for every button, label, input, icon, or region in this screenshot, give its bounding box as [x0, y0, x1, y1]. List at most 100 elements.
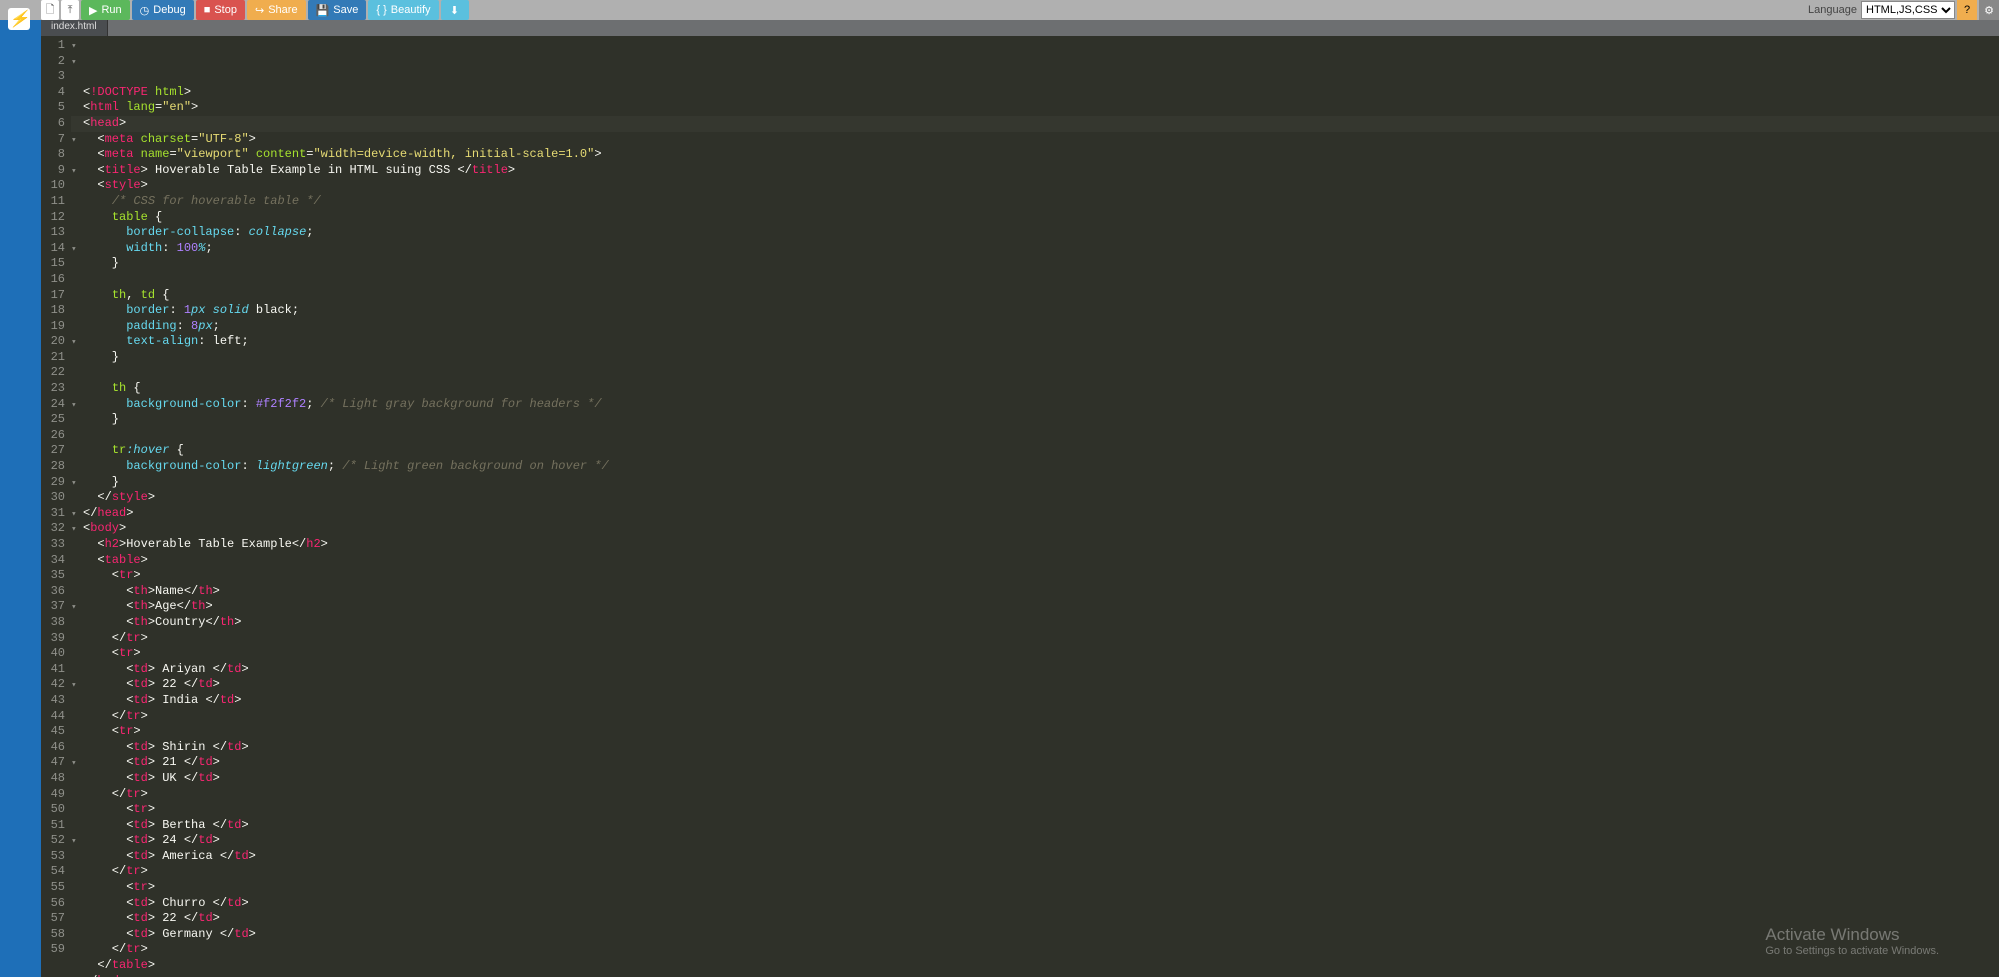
code-line[interactable]: <td> 24 </td> — [83, 833, 1999, 849]
line-number: 31 — [41, 506, 65, 522]
main-area: index.html 12345678910111213141516171819… — [41, 20, 1999, 977]
share-button[interactable]: ↪Share — [247, 0, 306, 20]
run-label: Run — [101, 4, 121, 16]
line-number: 22 — [41, 365, 65, 381]
code-line[interactable]: <table> — [83, 553, 1999, 569]
line-number: 29 — [41, 475, 65, 491]
app-logo[interactable]: ⚡ — [8, 8, 30, 30]
code-line[interactable]: width: 100%; — [83, 241, 1999, 257]
line-number: 28 — [41, 459, 65, 475]
code-line[interactable]: </tr> — [83, 864, 1999, 880]
code-line[interactable]: padding: 8px; — [83, 319, 1999, 335]
code-line[interactable]: th, td { — [83, 288, 1999, 304]
code-content[interactable]: <!DOCTYPE html><html lang="en"><head> <m… — [71, 36, 1999, 977]
code-line[interactable]: </tr> — [83, 709, 1999, 725]
code-line[interactable]: <td> Shirin </td> — [83, 740, 1999, 756]
code-line[interactable]: th { — [83, 381, 1999, 397]
code-line[interactable]: </table> — [83, 958, 1999, 974]
line-number: 33 — [41, 537, 65, 553]
line-number: 46 — [41, 740, 65, 756]
code-line[interactable]: <tr> — [83, 724, 1999, 740]
code-line[interactable]: } — [83, 350, 1999, 366]
line-number: 21 — [41, 350, 65, 366]
code-line[interactable]: </head> — [83, 506, 1999, 522]
code-line[interactable] — [83, 365, 1999, 381]
code-editor[interactable]: 1234567891011121314151617181920212223242… — [41, 36, 1999, 977]
code-line[interactable]: /* CSS for hoverable table */ — [83, 194, 1999, 210]
code-line[interactable]: <tr> — [83, 880, 1999, 896]
code-line[interactable]: background-color: #f2f2f2; /* Light gray… — [83, 397, 1999, 413]
help-button[interactable]: ? — [1957, 0, 1977, 20]
code-line[interactable]: </body> — [83, 974, 1999, 977]
code-line[interactable]: <td> Bertha </td> — [83, 818, 1999, 834]
code-line[interactable]: <td> 21 </td> — [83, 755, 1999, 771]
code-line[interactable]: </tr> — [83, 631, 1999, 647]
code-line[interactable]: text-align: left; — [83, 334, 1999, 350]
code-line[interactable]: table { — [83, 210, 1999, 226]
code-line[interactable]: <th>Country</th> — [83, 615, 1999, 631]
code-line[interactable]: <td> Germany </td> — [83, 927, 1999, 943]
code-line[interactable]: tr:hover { — [83, 443, 1999, 459]
code-line[interactable]: <td> 22 </td> — [83, 911, 1999, 927]
code-line[interactable]: <h2>Hoverable Table Example</h2> — [83, 537, 1999, 553]
settings-button[interactable]: ⚙ — [1979, 0, 1999, 20]
language-select[interactable]: HTML,JS,CSS — [1861, 1, 1955, 19]
debug-label: Debug — [153, 4, 185, 16]
code-line[interactable]: <td> 22 </td> — [83, 677, 1999, 693]
code-line[interactable]: border: 1px solid black; — [83, 303, 1999, 319]
code-line[interactable]: <td> UK </td> — [83, 771, 1999, 787]
line-number: 42 — [41, 677, 65, 693]
debug-button[interactable]: ◷Debug — [132, 0, 194, 20]
code-line[interactable]: <title> Hoverable Table Example in HTML … — [83, 163, 1999, 179]
open-button[interactable]: ⤒ — [61, 0, 79, 20]
line-number: 39 — [41, 631, 65, 647]
line-number: 49 — [41, 787, 65, 803]
code-line[interactable]: <meta name="viewport" content="width=dev… — [83, 147, 1999, 163]
code-line[interactable]: </style> — [83, 490, 1999, 506]
beautify-button[interactable]: { }Beautify — [368, 0, 438, 20]
code-line[interactable]: <meta charset="UTF-8"> — [83, 132, 1999, 148]
code-line[interactable]: <td> Churro </td> — [83, 896, 1999, 912]
stop-icon: ■ — [204, 4, 211, 16]
code-line[interactable] — [83, 272, 1999, 288]
code-line[interactable]: <!DOCTYPE html> — [83, 85, 1999, 101]
code-line[interactable]: <td> Ariyan </td> — [83, 662, 1999, 678]
line-number: 40 — [41, 646, 65, 662]
code-line[interactable]: <tr> — [83, 568, 1999, 584]
line-number: 15 — [41, 256, 65, 272]
code-line[interactable]: <th>Name</th> — [83, 584, 1999, 600]
code-line[interactable]: <th>Age</th> — [83, 599, 1999, 615]
download-button[interactable]: ⬇ — [441, 0, 469, 20]
code-line[interactable]: <html lang="en"> — [83, 100, 1999, 116]
code-line[interactable]: } — [83, 256, 1999, 272]
code-line[interactable]: border-collapse: collapse; — [83, 225, 1999, 241]
code-line[interactable]: } — [83, 475, 1999, 491]
code-line[interactable]: background-color: lightgreen; /* Light g… — [83, 459, 1999, 475]
code-line[interactable]: <tr> — [83, 802, 1999, 818]
line-number: 38 — [41, 615, 65, 631]
line-number: 11 — [41, 194, 65, 210]
left-sidebar — [0, 20, 41, 977]
code-line[interactable]: </tr> — [83, 942, 1999, 958]
line-number: 27 — [41, 443, 65, 459]
code-line[interactable]: <td> America </td> — [83, 849, 1999, 865]
new-file-button[interactable]: 🗋 — [41, 0, 59, 20]
tab-index-html[interactable]: index.html — [41, 20, 108, 36]
code-line[interactable]: <td> India </td> — [83, 693, 1999, 709]
line-number: 50 — [41, 802, 65, 818]
active-line-highlight — [71, 116, 1999, 132]
code-line[interactable]: <tr> — [83, 646, 1999, 662]
code-line[interactable] — [83, 428, 1999, 444]
code-line[interactable]: <style> — [83, 178, 1999, 194]
code-line[interactable]: </tr> — [83, 787, 1999, 803]
code-line[interactable]: <body> — [83, 521, 1999, 537]
line-number: 43 — [41, 693, 65, 709]
run-button[interactable]: ▶Run — [81, 0, 130, 20]
save-button[interactable]: 💾Save — [308, 0, 367, 20]
tab-bar: index.html — [41, 20, 1999, 36]
code-line[interactable]: } — [83, 412, 1999, 428]
stop-button[interactable]: ■Stop — [196, 0, 245, 20]
line-number: 51 — [41, 818, 65, 834]
save-icon: 💾 — [316, 4, 330, 17]
line-number: 47 — [41, 755, 65, 771]
